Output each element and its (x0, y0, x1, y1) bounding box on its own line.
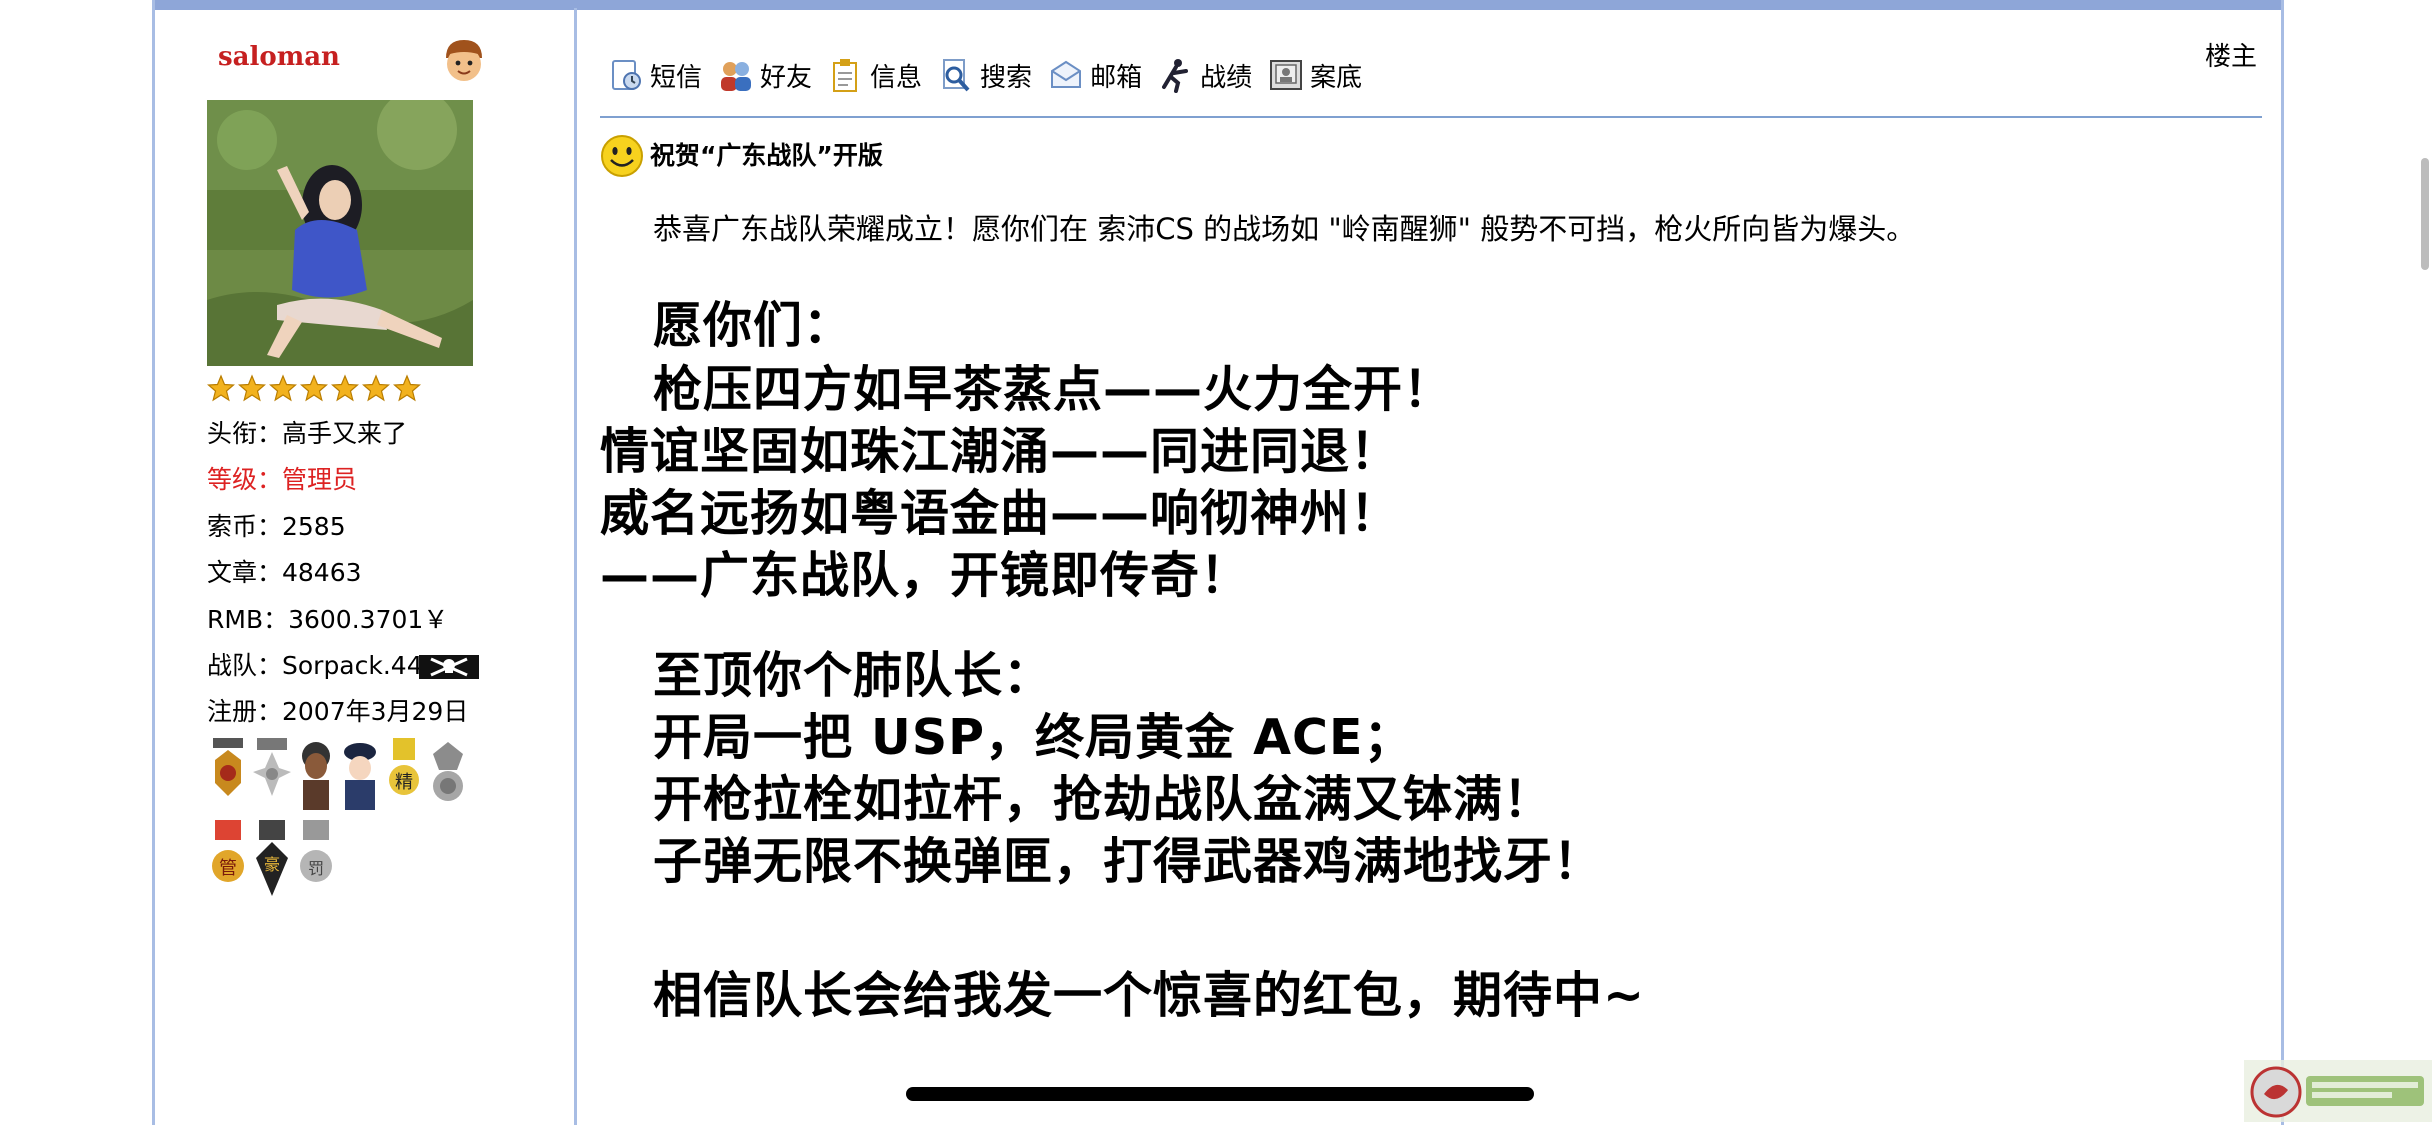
rank-stars (207, 374, 421, 404)
captain-heading: 至顶你个肺队长： (653, 647, 1054, 704)
toolbar-label: 搜索 (980, 62, 1033, 93)
user-coins: 索币：2585 (207, 512, 346, 541)
user-face-icon (446, 40, 482, 81)
post-title: 祝贺“广东战队”开版 (650, 141, 883, 170)
user-team[interactable]: 战队：Sorpack.44 (207, 651, 423, 680)
file-icon (1270, 60, 1303, 90)
pirate-flag-icon (418, 655, 479, 679)
poem-line: 情谊坚固如珠江潮涌——同进同退！ (600, 423, 1401, 480)
right-border (2281, 0, 2284, 1125)
toolbar-friends[interactable]: 好友 (718, 57, 812, 94)
toolbar-record[interactable]: 战绩 (1158, 57, 1252, 94)
info-icon (833, 59, 858, 92)
toolbar-label: 邮箱 (1090, 62, 1143, 93)
medal-label: 管 (219, 858, 237, 879)
toolbar-message[interactable]: 短信 (608, 57, 702, 94)
soldier-avatar-icon (302, 742, 330, 810)
poem-line: 威名远扬如粤语金曲——响彻神州！ (600, 485, 1401, 542)
user-title: 头衔：高手又来了 (207, 419, 408, 448)
medal-label: 罚 (308, 859, 324, 878)
poem-line: ——广东战队，开镜即传奇！ (600, 547, 1251, 604)
floor-label: 楼主 (2205, 42, 2258, 72)
username[interactable]: saloman (218, 42, 340, 72)
elite-medal-icon: 精 (389, 738, 419, 795)
star-icon (269, 374, 297, 402)
user-posts: 文章：48463 (207, 558, 362, 587)
user-avatar[interactable] (207, 100, 473, 366)
record-icon (1162, 59, 1189, 93)
column-divider (574, 8, 577, 1125)
penalty-medal-icon: 罚 (300, 820, 332, 882)
message-icon (612, 60, 641, 90)
toolbar-label: 好友 (760, 62, 813, 93)
rich-medal-icon: 豪 (256, 820, 288, 896)
toolbar-info[interactable]: 信息 (828, 57, 922, 94)
scrollbar[interactable] (2421, 158, 2429, 270)
toolbar-label: 案底 (1310, 62, 1363, 93)
star-icon (238, 374, 266, 402)
captain-line: 开枪拉栓如拉杆，抢劫战队盆满又钵满！ (653, 771, 1554, 828)
star-icon (331, 374, 359, 402)
search-icon (943, 59, 970, 92)
star-icon (362, 374, 390, 402)
toolbar-label: 信息 (870, 62, 923, 93)
eagle-medal-icon (213, 738, 243, 796)
poem-heading: 愿你们： (653, 297, 854, 354)
toolbar-label: 战绩 (1200, 62, 1253, 93)
toolbar-file[interactable]: 案底 (1268, 57, 1362, 94)
smiley-icon (601, 135, 643, 177)
silver-cross-medal-icon (253, 738, 291, 796)
home-indicator[interactable] (906, 1087, 1534, 1101)
top-border (152, 0, 2284, 10)
left-border (152, 0, 155, 1125)
user-rmb: RMB：3600.3701￥ (207, 605, 449, 634)
captain-line: 子弹无限不换弹匣，打得武器鸡满地找牙！ (653, 833, 1604, 890)
medal-label: 精 (395, 772, 413, 793)
toolbar-divider (600, 116, 2262, 118)
post-intro: 恭喜广东战队荣耀成立！愿你们在 索沛CS 的战场如 "岭南醒狮" 般势不可挡，枪… (653, 212, 1916, 246)
medal-label: 豪 (264, 855, 280, 874)
sword-medal-icon (433, 742, 463, 801)
admin-medal-icon: 管 (212, 820, 244, 882)
star-icon (300, 374, 328, 402)
user-team-row: 战队：Sorpack.44 (207, 648, 479, 684)
toolbar-label: 短信 (650, 62, 703, 93)
mailbox-icon (1051, 60, 1082, 88)
toolbar-search[interactable]: 搜索 (938, 57, 1032, 94)
star-icon (207, 374, 235, 402)
friends-icon (721, 62, 752, 91)
poem-line: 枪压四方如早茶蒸点——火力全开！ (653, 361, 1454, 418)
user-level: 等级：管理员 (207, 465, 358, 494)
post-toolbar: 短信 好友 信息 搜索 邮箱 战绩 案底 (608, 50, 1378, 100)
captain-line: 开局一把 USP，终局黄金 ACE； (653, 709, 1414, 766)
post-closing: 相信队长会给我发一个惊喜的红包，期待中~ (653, 967, 1646, 1024)
site-logo-watermark (2244, 1060, 2432, 1122)
police-avatar-icon (344, 743, 376, 810)
star-icon (393, 374, 421, 402)
user-registered: 注册：2007年3月29日 (207, 697, 469, 726)
toolbar-mailbox[interactable]: 邮箱 (1048, 57, 1142, 94)
